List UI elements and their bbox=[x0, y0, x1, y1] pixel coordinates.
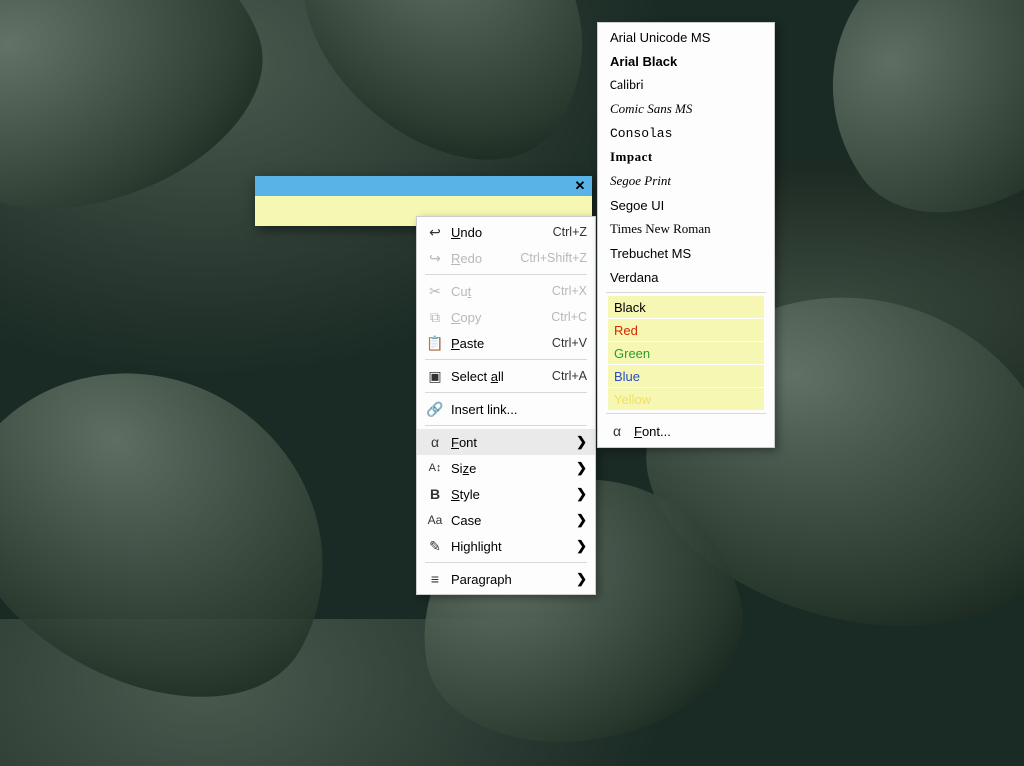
menu-copy: ⧉ Copy Ctrl+C bbox=[417, 304, 595, 330]
cut-icon: ✂ bbox=[423, 283, 447, 300]
menu-shortcut: Ctrl+Shift+Z bbox=[496, 251, 587, 265]
menu-redo: ↪ Redo Ctrl+Shift+Z bbox=[417, 245, 595, 271]
color-option[interactable]: Red bbox=[608, 319, 764, 341]
menu-label: Style bbox=[447, 487, 573, 502]
redo-icon: ↪ bbox=[423, 250, 447, 267]
font-icon: α bbox=[606, 423, 628, 439]
menu-insert-link[interactable]: 🔗 Insert link... bbox=[417, 396, 595, 422]
menu-separator bbox=[606, 292, 766, 293]
select-all-icon: ▣ bbox=[423, 368, 447, 385]
menu-separator bbox=[425, 425, 587, 426]
menu-label: Copy bbox=[447, 310, 527, 325]
font-option[interactable]: Verdana bbox=[598, 265, 774, 289]
highlight-icon: ✎ bbox=[423, 538, 447, 555]
bg-leaf bbox=[773, 0, 1024, 263]
chevron-right-icon: ❯ bbox=[573, 512, 587, 528]
chevron-right-icon: ❯ bbox=[573, 538, 587, 554]
menu-label: Cut bbox=[447, 284, 528, 299]
paragraph-icon: ≡ bbox=[423, 571, 447, 587]
menu-highlight[interactable]: ✎ Highlight ❯ bbox=[417, 533, 595, 559]
case-icon: Aa bbox=[423, 513, 447, 527]
color-option[interactable]: Green bbox=[608, 342, 764, 364]
font-option[interactable]: Impact bbox=[598, 145, 774, 169]
font-option[interactable]: Arial Unicode MS bbox=[598, 25, 774, 49]
menu-shortcut: Ctrl+C bbox=[527, 310, 587, 324]
font-option[interactable]: Segoe UI bbox=[598, 193, 774, 217]
chevron-right-icon: ❯ bbox=[573, 460, 587, 476]
color-option[interactable]: Blue bbox=[608, 365, 764, 387]
menu-label: Size bbox=[447, 461, 573, 476]
menu-separator bbox=[425, 392, 587, 393]
menu-label: Font... bbox=[628, 424, 671, 439]
menu-case[interactable]: Aa Case ❯ bbox=[417, 507, 595, 533]
menu-separator bbox=[425, 562, 587, 563]
menu-label: Paragraph bbox=[447, 572, 573, 587]
menu-shortcut: Ctrl+Z bbox=[529, 225, 587, 239]
bg-leaf bbox=[0, 0, 294, 250]
bg-leaf bbox=[0, 305, 390, 755]
chevron-right-icon: ❯ bbox=[573, 486, 587, 502]
font-option[interactable]: Segoe Print bbox=[598, 169, 774, 193]
font-list: Arial Unicode MSArial BlackCalibriComic … bbox=[598, 25, 774, 289]
menu-label: Case bbox=[447, 513, 573, 528]
sticky-note-titlebar[interactable]: ✕ bbox=[255, 176, 592, 196]
font-option[interactable]: Consolas bbox=[598, 121, 774, 145]
menu-label: Highlight bbox=[447, 539, 573, 554]
menu-shortcut: Ctrl+A bbox=[528, 369, 587, 383]
font-icon: α bbox=[423, 434, 447, 450]
paste-icon: 📋 bbox=[423, 335, 447, 352]
size-icon: A↕ bbox=[423, 462, 447, 474]
style-icon: B bbox=[423, 486, 447, 502]
menu-select-all[interactable]: ▣ Select all Ctrl+A bbox=[417, 363, 595, 389]
menu-style[interactable]: B Style ❯ bbox=[417, 481, 595, 507]
menu-separator bbox=[425, 359, 587, 360]
undo-icon: ↩ bbox=[423, 224, 447, 241]
context-menu: ↩ Undo Ctrl+Z ↪ Redo Ctrl+Shift+Z ✂ Cut … bbox=[416, 216, 596, 595]
font-option[interactable]: Comic Sans MS bbox=[598, 97, 774, 121]
menu-undo[interactable]: ↩ Undo Ctrl+Z bbox=[417, 219, 595, 245]
font-submenu: Arial Unicode MSArial BlackCalibriComic … bbox=[597, 22, 775, 448]
menu-label: Insert link... bbox=[447, 402, 587, 417]
menu-shortcut: Ctrl+X bbox=[528, 284, 587, 298]
menu-label: Redo bbox=[447, 251, 496, 266]
menu-size[interactable]: A↕ Size ❯ bbox=[417, 455, 595, 481]
menu-shortcut: Ctrl+V bbox=[528, 336, 587, 350]
menu-paste[interactable]: 📋 Paste Ctrl+V bbox=[417, 330, 595, 356]
font-option[interactable]: Calibri bbox=[598, 73, 774, 97]
menu-separator bbox=[606, 413, 766, 414]
menu-font[interactable]: α Font ❯ bbox=[417, 429, 595, 455]
color-list: BlackRedGreenBlueYellow bbox=[598, 296, 774, 410]
menu-label: Undo bbox=[447, 225, 529, 240]
color-option[interactable]: Yellow bbox=[608, 388, 764, 410]
menu-label: Paste bbox=[447, 336, 528, 351]
font-option[interactable]: Trebuchet MS bbox=[598, 241, 774, 265]
link-icon: 🔗 bbox=[423, 401, 447, 418]
chevron-right-icon: ❯ bbox=[573, 571, 587, 587]
color-option[interactable]: Black bbox=[608, 296, 764, 318]
menu-cut: ✂ Cut Ctrl+X bbox=[417, 278, 595, 304]
menu-separator bbox=[425, 274, 587, 275]
font-option[interactable]: Arial Black bbox=[598, 49, 774, 73]
menu-label: Font bbox=[447, 435, 573, 450]
copy-icon: ⧉ bbox=[423, 309, 447, 326]
chevron-right-icon: ❯ bbox=[573, 434, 587, 450]
menu-font-dialog[interactable]: α Font... bbox=[598, 417, 774, 445]
close-icon[interactable]: ✕ bbox=[572, 178, 588, 194]
font-option[interactable]: Times New Roman bbox=[598, 217, 774, 241]
menu-label: Select all bbox=[447, 369, 528, 384]
menu-paragraph[interactable]: ≡ Paragraph ❯ bbox=[417, 566, 595, 592]
